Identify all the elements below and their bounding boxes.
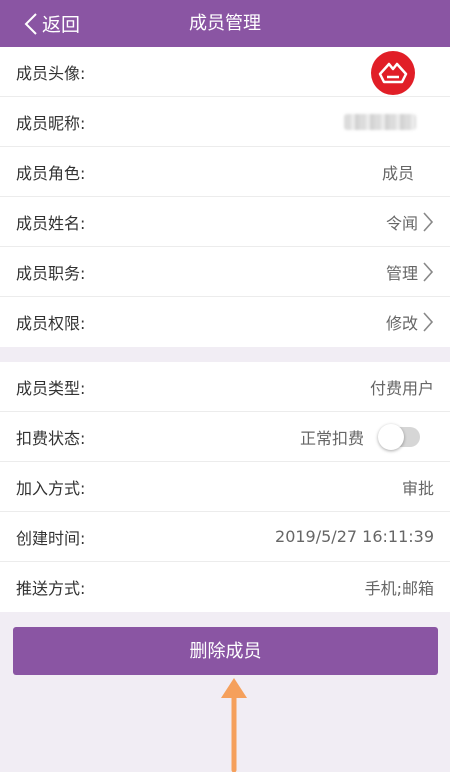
row-role: 成员角色: 成员 [0,147,450,197]
row-push: 推送方式: 手机;邮箱 [0,562,450,612]
join-label: 加入方式: [16,478,86,498]
join-value: 审批 [401,478,434,498]
back-label: 返回 [42,14,81,36]
member-details-group: 成员类型: 付费用户 扣费状态: 正常扣费 加入方式: 审批 创建时间: 201… [0,362,450,612]
billing-value: 正常扣费 [299,428,364,448]
avatar-label: 成员头像: [16,63,86,83]
row-duty[interactable]: 成员职务: 管理 [0,247,450,297]
created-label: 创建时间: [16,528,86,548]
annotation-arrow-icon [221,678,247,772]
permission-value: 修改 [385,314,418,333]
navbar: 返回 成员管理 [0,0,450,47]
chevron-right-icon [423,211,434,232]
row-type: 成员类型: 付费用户 [0,362,450,412]
nickname-value-redacted [344,113,416,130]
row-created: 创建时间: 2019/5/27 16:11:39 [0,512,450,562]
created-value: 2019/5/27 16:11:39 [275,527,434,546]
duty-label: 成员职务: [16,263,86,283]
back-button[interactable]: 返回 [24,0,80,47]
duty-value: 管理 [385,263,418,283]
billing-toggle[interactable] [378,423,420,450]
row-avatar[interactable]: 成员头像: [0,47,450,97]
name-value: 令闻 [385,213,418,233]
row-name[interactable]: 成员姓名: 令闻 [0,197,450,247]
chevron-right-icon [423,261,434,282]
permission-label: 成员权限: [16,314,86,333]
type-label: 成员类型: [16,378,86,398]
role-label: 成员角色: [16,163,86,183]
row-permission[interactable]: 成员权限: 修改 [0,297,450,347]
avatar[interactable] [371,51,415,95]
role-value: 成员 [381,163,414,183]
back-chevron-icon [24,12,37,35]
row-join: 加入方式: 审批 [0,462,450,512]
push-value: 手机;邮箱 [364,579,434,598]
row-nickname[interactable]: 成员昵称: [0,97,450,147]
avatar-logo-icon [378,62,408,84]
billing-label: 扣费状态: [16,428,86,448]
duty-value-wrap: 管理 [386,260,434,284]
toggle-knob [378,423,404,450]
push-label: 推送方式: [16,579,86,598]
member-info-group: 成员头像: 成员昵称: 成员角色: 成员 成员姓名: 令闻 成员职务: 管理 成… [0,47,450,347]
type-value: 付费用户 [369,378,434,398]
nickname-label: 成员昵称: [16,113,86,133]
name-value-wrap: 令闻 [386,210,434,234]
permission-value-wrap: 修改 [386,310,434,334]
name-label: 成员姓名: [16,213,86,233]
delete-member-button[interactable]: 删除成员 [13,627,438,675]
row-billing: 扣费状态: 正常扣费 [0,412,450,462]
chevron-right-icon [423,312,434,332]
